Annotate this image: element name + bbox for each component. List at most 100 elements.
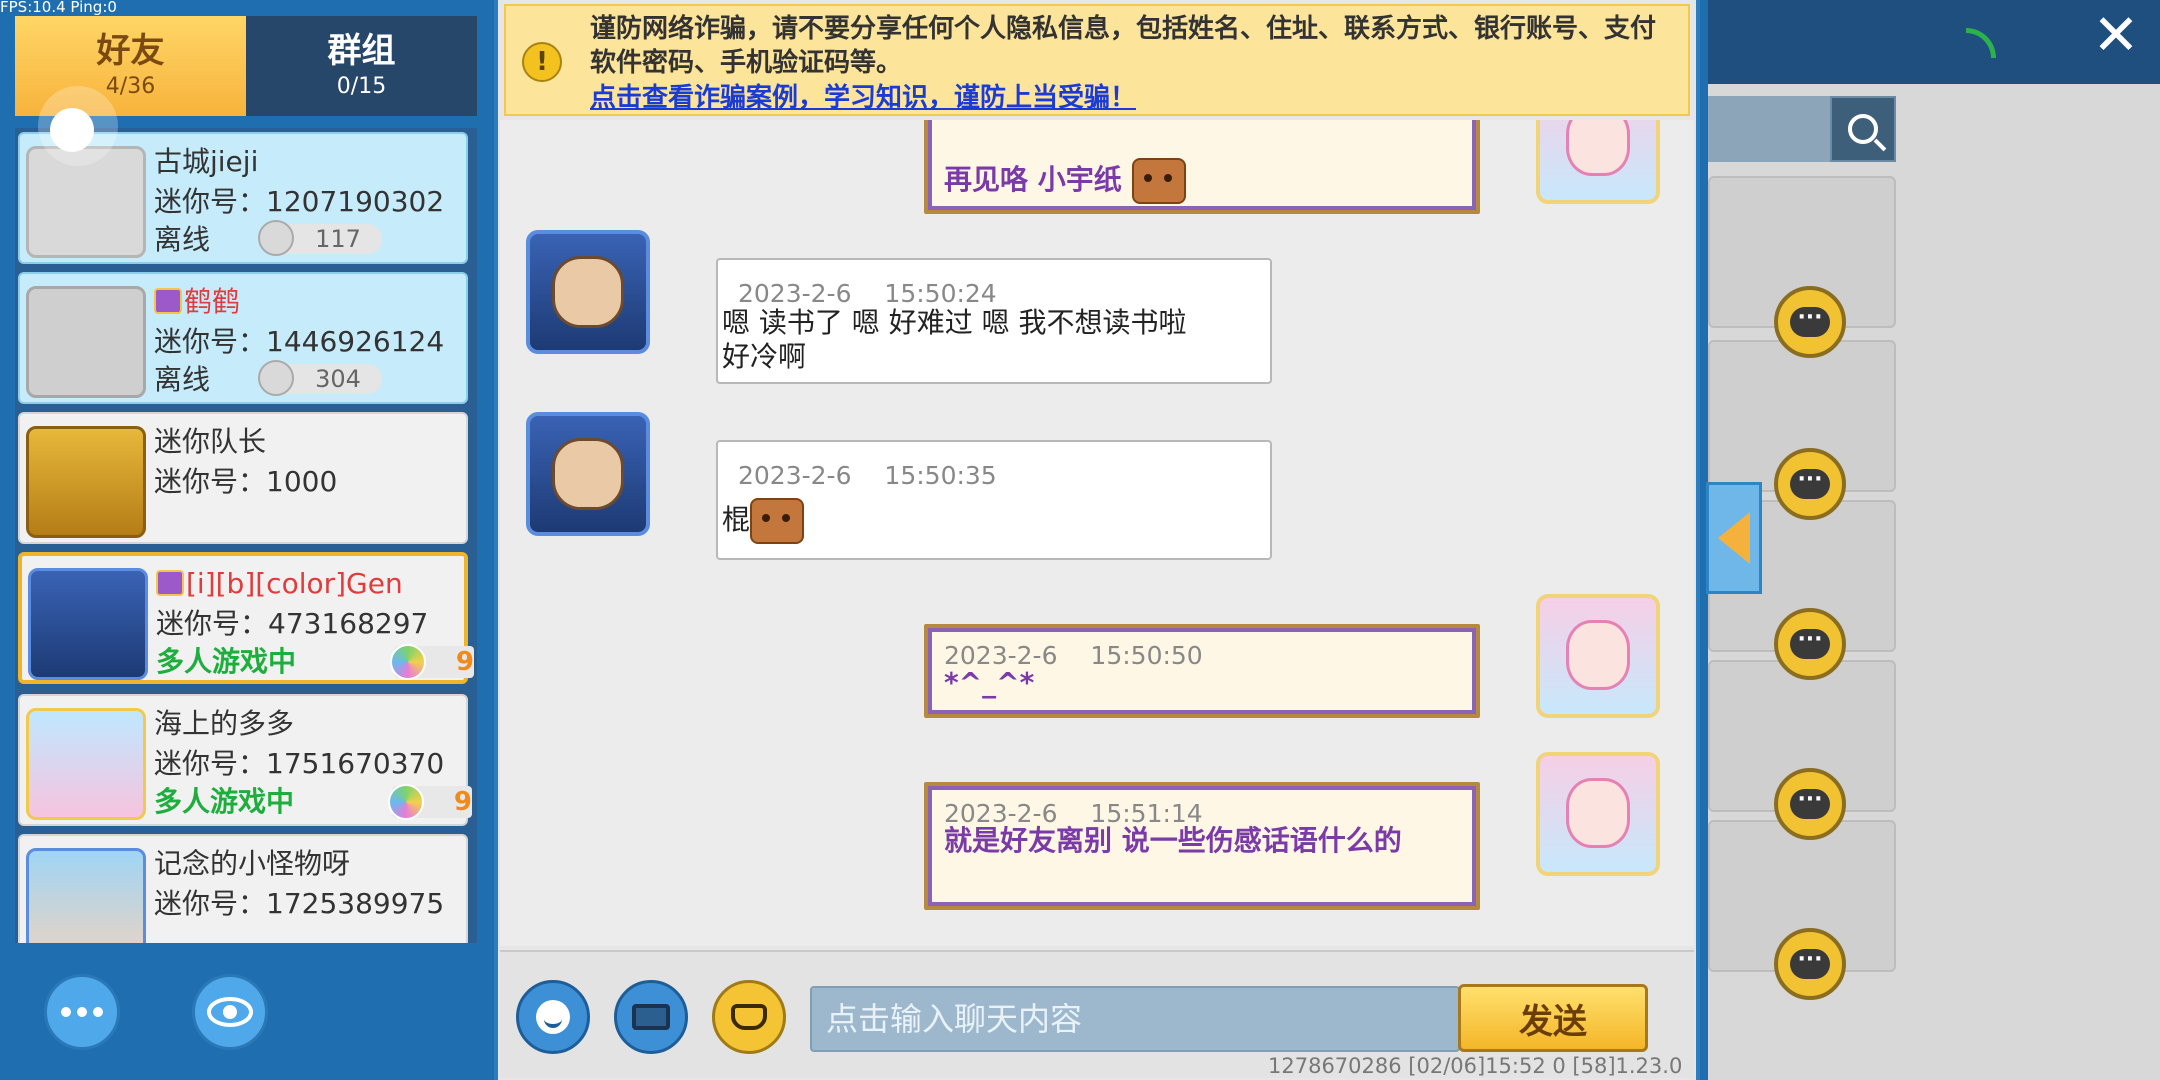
chat-bubble-icon: ···	[1790, 629, 1830, 659]
avatar	[28, 568, 148, 680]
message-bubble-friend: 2023-2-6 15:50:35 棍	[716, 440, 1272, 560]
friend-mini-id: 迷你号：1725389975	[154, 887, 445, 920]
avatar-face	[1566, 778, 1630, 848]
chat-input[interactable]	[810, 986, 1460, 1052]
collapse-button[interactable]	[1706, 482, 1762, 594]
room-badge-value: 9	[455, 647, 474, 677]
friend-status: 离线	[154, 223, 211, 256]
friend-name: [i][b][color]Gen	[156, 566, 403, 602]
tab-groups-count: 0/15	[336, 74, 387, 99]
emoji-icon	[536, 1000, 570, 1034]
friend-badge-value: 304	[315, 365, 361, 393]
room-badge-value: 9	[453, 787, 472, 817]
friend-status: 多人游戏中	[156, 645, 297, 678]
message-time: 2023-2-6 15:50:35	[738, 461, 997, 490]
fps-counter: FPS:10.4 Ping:0	[0, 0, 117, 16]
friend-name: 迷你队长	[154, 425, 267, 458]
friend-badge: 304	[258, 360, 382, 396]
friend-mini-id: 迷你号：1000	[154, 465, 338, 498]
message-text-content: 棍	[722, 503, 751, 536]
friend-status: 多人游戏中	[154, 785, 295, 818]
tab-friends-count: 4/36	[105, 74, 156, 99]
friend-name: 海上的多多	[154, 707, 295, 740]
message-text: 就是好友离别 说一些伤感话语什么的	[944, 824, 1402, 857]
gift-icon	[731, 1004, 767, 1030]
footer-info: 1278670286 [02/06]15:52 0 [58]1.23.0	[1268, 1054, 1683, 1078]
friend-name-text: 鹤鹤	[184, 285, 241, 318]
tab-friends-label: 好友	[96, 31, 165, 71]
friend-item[interactable]: 鹤鹤 迷你号：1446926124 离线 304	[18, 272, 468, 404]
send-button[interactable]: 发送	[1458, 984, 1648, 1052]
warning-link[interactable]: 点击查看诈骗案例，学习知识，谨防上当受骗！	[590, 82, 1136, 114]
warning-icon: !	[522, 42, 562, 82]
chat-button[interactable]: ···	[1774, 448, 1846, 520]
gift-button[interactable]	[712, 980, 786, 1054]
keyboard-button[interactable]	[614, 980, 688, 1054]
chat-button[interactable]: ···	[1774, 286, 1846, 358]
message-bubble-friend: 2023-2-6 15:50:24 嗯 读书了 嗯 好难过 嗯 我不想读书啦 好…	[716, 258, 1272, 384]
more-icon	[61, 1007, 103, 1017]
joystick-handle[interactable]	[50, 108, 94, 152]
emoji-button[interactable]	[516, 980, 590, 1054]
friend-badge: 117	[258, 220, 382, 256]
avatar[interactable]	[1536, 120, 1660, 204]
eye-button[interactable]	[192, 974, 268, 1050]
avatar	[26, 426, 146, 538]
avatar[interactable]	[526, 230, 650, 354]
message-text: *^_^*	[944, 666, 1035, 699]
message-text: 棍	[722, 498, 1202, 544]
friend-name: 记念的小怪物呀	[154, 847, 351, 880]
room-badge: 9	[388, 784, 472, 820]
close-icon: ✕	[2092, 3, 2140, 68]
friend-mini-id: 迷你号：473168297	[156, 607, 429, 640]
avatar-face	[552, 256, 624, 328]
eye-icon	[207, 997, 253, 1027]
chat-bubble-icon: ···	[1790, 949, 1830, 979]
room-gem-icon	[388, 784, 424, 820]
fraud-warning: ! 谨防网络诈骗，请不要分享任何个人隐私信息，包括姓名、住址、联系方式、银行账号…	[504, 4, 1690, 116]
friend-item-selected[interactable]: [i][b][color]Gen 迷你号：473168297 多人游戏中 9	[18, 552, 474, 684]
avatar[interactable]	[1536, 752, 1660, 876]
bye-sticker-icon	[750, 498, 805, 544]
close-button[interactable]: ✕	[2088, 8, 2144, 64]
search-input[interactable]	[1708, 96, 1830, 162]
friend-name: 古城jieji	[154, 145, 259, 178]
avatar	[26, 848, 146, 943]
badge-gem-icon	[258, 220, 294, 256]
bye-sticker-icon	[1131, 158, 1186, 204]
search-icon	[1848, 114, 1878, 144]
badge-gem-icon	[258, 360, 294, 396]
keyboard-icon	[632, 1004, 670, 1030]
collapse-arrow-icon	[1718, 512, 1750, 564]
tab-groups-label: 群组	[327, 31, 396, 71]
avatar-face	[1566, 120, 1630, 176]
avatar-face	[1566, 620, 1630, 690]
message-time: 2023-2-6 15:50:24	[738, 279, 997, 308]
friend-list[interactable]: 古城jieji 迷你号：1207190302 离线 117 鹤鹤 迷你号：144…	[15, 128, 477, 943]
chat-bubble-icon: ···	[1790, 789, 1830, 819]
tab-groups[interactable]: 群组 0/15	[246, 16, 477, 116]
friend-panel: 好友 4/36 群组 0/15 古城jieji 迷你号：1207190302 离…	[0, 0, 492, 1080]
message-text: 嗯 读书了 嗯 好难过 嗯 我不想读书啦 好冷啊	[722, 306, 1187, 373]
friend-name-text: [i][b][color]Gen	[186, 567, 403, 600]
friend-item[interactable]: 海上的多多 迷你号：1751670370 多人游戏中 9	[18, 694, 472, 826]
avatar[interactable]	[1536, 594, 1660, 718]
friend-mini-id: 迷你号：1751670370	[154, 747, 445, 780]
chat-button[interactable]: ···	[1774, 768, 1846, 840]
message-text-content: 再见咯 小宇纸	[944, 163, 1122, 196]
vip-icon	[154, 288, 182, 314]
message-list[interactable]: 再见咯 小宇纸 2023-2-6 15:50:24 嗯 读书了 嗯 好难过 嗯 …	[500, 120, 1694, 946]
avatar[interactable]	[526, 412, 650, 536]
message-bubble-self: 2023-2-6 15:50:50 *^_^*	[924, 624, 1480, 718]
chat-button[interactable]: ···	[1774, 928, 1846, 1000]
friend-mini-id: 迷你号：1446926124	[154, 325, 445, 358]
more-button[interactable]	[44, 974, 120, 1050]
friend-item[interactable]: 记念的小怪物呀 迷你号：1725389975	[18, 834, 468, 943]
search-button[interactable]	[1830, 96, 1896, 162]
friend-name: 鹤鹤	[154, 284, 240, 320]
chat-button[interactable]: ···	[1774, 608, 1846, 680]
friend-item[interactable]: 迷你队长 迷你号：1000	[18, 412, 468, 544]
message-bubble-self: 2023-2-6 15:51:14 就是好友离别 说一些伤感话语什么的	[924, 782, 1480, 910]
chat-bubble-icon: ···	[1790, 469, 1830, 499]
chat-bubble-icon: ···	[1790, 307, 1830, 337]
